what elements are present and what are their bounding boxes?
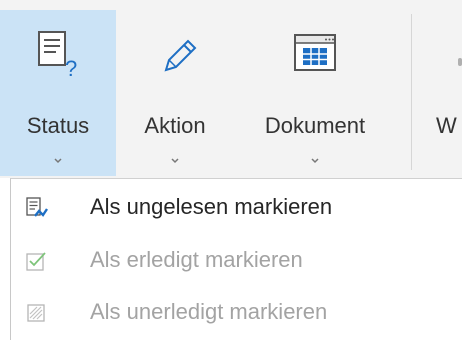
unknown-icon — [458, 58, 462, 66]
menu-item-label: Als ungelesen markieren — [90, 194, 333, 219]
status-button[interactable]: ? Status — [0, 10, 116, 176]
menu-item-label: Als erledigt markieren — [90, 247, 303, 272]
w-button-label: W — [436, 113, 457, 138]
status-button-label: Status — [26, 113, 90, 138]
checkbox-hatched-icon — [25, 301, 49, 325]
dokument-button[interactable]: Dokument — [240, 10, 390, 176]
mark-unread-icon — [25, 196, 49, 220]
status-dropdown-menu: Als ungelesen markieren Als erledigt mar… — [10, 178, 462, 340]
menu-item-mark-unread[interactable]: Als ungelesen markieren — [11, 183, 462, 233]
checkbox-checked-icon — [25, 249, 49, 273]
svg-text:?: ? — [65, 56, 77, 80]
menu-item-mark-done[interactable]: Als erledigt markieren — [11, 236, 462, 286]
status-icon: ? — [0, 30, 116, 80]
dokument-button-label: Dokument — [264, 113, 366, 138]
chevron-down-icon — [126, 157, 224, 165]
aktion-button-label: Aktion — [144, 113, 206, 138]
w-button[interactable]: W — [412, 10, 462, 176]
document-table-icon — [240, 30, 390, 80]
aktion-button[interactable]: Aktion — [126, 10, 224, 176]
menu-item-label: Als unerledigt markieren — [90, 299, 328, 324]
ribbon-toolbar: ? Status Aktion Dokument W — [0, 0, 462, 178]
pencil-icon — [126, 30, 224, 80]
chevron-down-icon — [0, 157, 116, 165]
chevron-down-icon — [240, 157, 390, 165]
menu-item-mark-undone[interactable]: Als unerledigt markieren — [11, 288, 462, 338]
